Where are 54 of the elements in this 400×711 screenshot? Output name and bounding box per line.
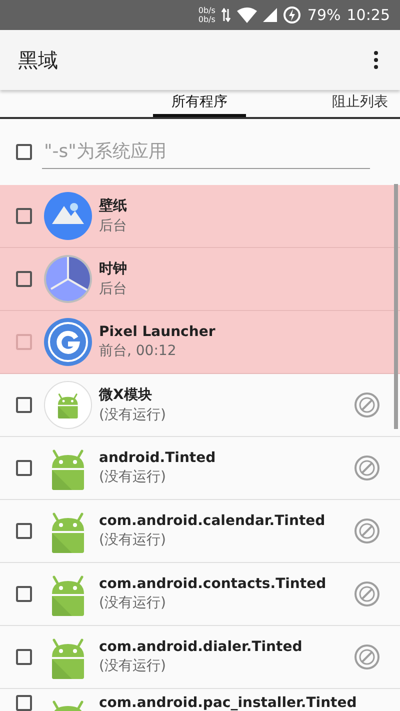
app-status: (没有运行) [99,657,167,675]
app-row[interactable]: android.Tinted (没有运行) [0,437,400,500]
battery-charging-icon [283,6,302,24]
app-row[interactable]: com.android.contacts.Tinted (没有运行) [0,563,400,626]
app-row[interactable]: 时钟 后台 [0,248,400,311]
block-icon[interactable] [354,518,380,544]
checkbox[interactable] [16,397,32,413]
checkbox[interactable] [16,460,32,476]
app-name: 时钟 [99,260,128,278]
app-row[interactable]: com.android.dialer.Tinted (没有运行) [0,626,400,689]
app-status: 后台 [99,280,128,298]
app-name: android.Tinted [99,450,217,466]
checkbox[interactable] [16,695,32,711]
app-status: 前台, 00:12 [99,342,178,360]
app-status: 后台 [99,217,128,235]
app-status: (没有运行) [99,468,167,486]
mountain-icon [44,192,92,240]
wifi-icon [237,7,258,23]
block-icon[interactable] [354,644,380,670]
data-arrows-icon [221,8,232,22]
checkbox[interactable] [16,208,32,224]
checkbox[interactable] [16,649,32,665]
clock-icon [44,255,92,303]
clock-time: 10:25 [346,6,390,24]
block-icon[interactable] [354,455,380,481]
signal-icon [263,8,278,22]
checkbox[interactable] [16,586,32,602]
app-title: 黑域 [18,46,58,74]
android-icon [44,381,92,429]
app-row[interactable]: 壁纸 后台 [0,185,400,248]
network-speed: 0b/s 0b/s [198,6,216,24]
app-status: (没有运行) [99,531,167,549]
filter-field[interactable]: "-s"为系统应用 [42,136,370,168]
app-name: com.android.contacts.Tinted [99,576,328,592]
app-row[interactable]: com.android.calendar.Tinted (没有运行) [0,500,400,563]
app-name: com.android.dialer.Tinted [99,639,304,655]
tab[interactable]: 阻止列表 [332,90,388,117]
app-status: (没有运行) [99,594,167,612]
app-row[interactable]: com.android.pac_installer.Tinted [0,689,400,711]
tab[interactable]: 所有程序 [153,90,246,117]
app-row[interactable]: 微X模块 (没有运行) [0,374,400,437]
app-name: 壁纸 [99,197,128,215]
checkbox[interactable] [16,144,32,160]
app-name: com.android.pac_installer.Tinted [99,695,358,711]
block-icon[interactable] [354,581,380,607]
app-status: (没有运行) [99,406,167,424]
app-name: com.android.calendar.Tinted [99,513,326,529]
app-name: Pixel Launcher [99,324,216,340]
checkbox[interactable] [16,271,32,287]
g-logo-icon [44,318,92,366]
app-name: 微X模块 [99,386,153,404]
battery-level: 79% [307,6,341,24]
block-icon[interactable] [354,392,380,418]
checkbox[interactable] [16,523,32,539]
